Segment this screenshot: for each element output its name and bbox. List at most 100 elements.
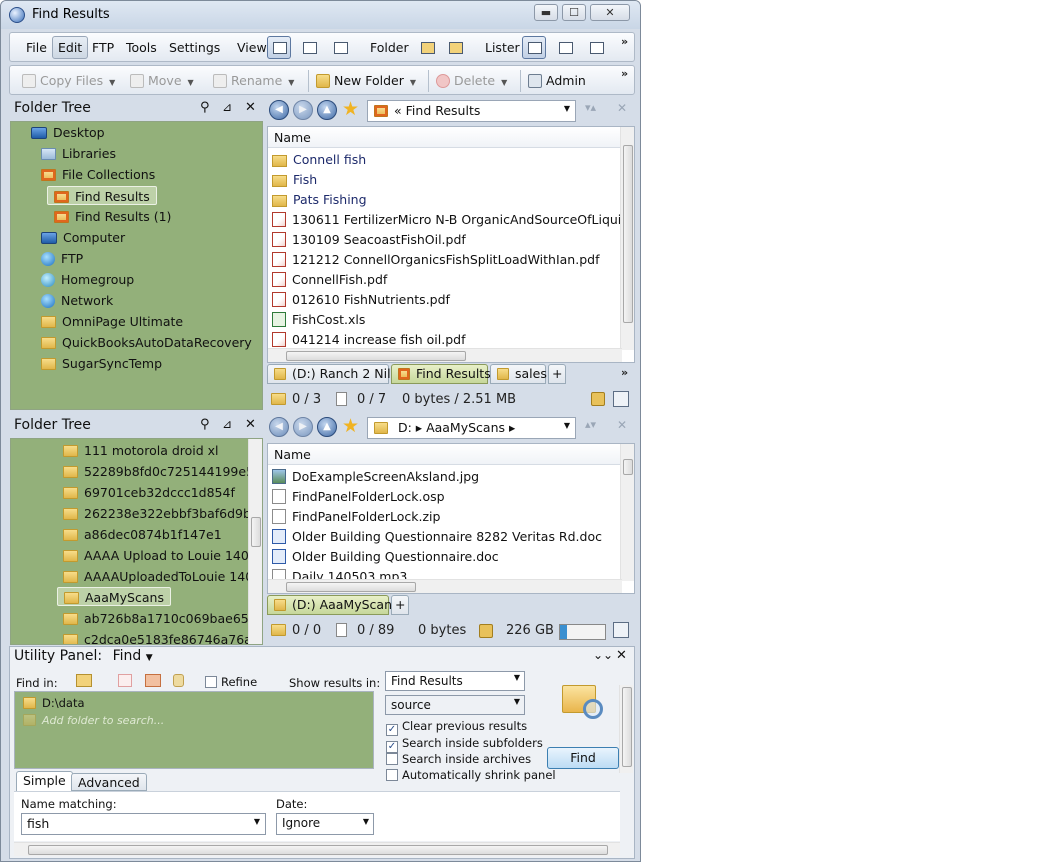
source-select[interactable]: source ▼ bbox=[385, 695, 525, 715]
search-icon[interactable]: ⚲ bbox=[200, 417, 210, 432]
pane-size-icon[interactable]: ▾▴ bbox=[585, 101, 596, 114]
back-icon[interactable]: ◀ bbox=[269, 100, 289, 120]
list-item[interactable]: D:\data bbox=[23, 696, 85, 710]
copy-files-button[interactable]: Copy Files ▼ bbox=[22, 73, 115, 88]
new-tab-icon[interactable]: + bbox=[391, 595, 409, 615]
close-button[interactable]: ✕ bbox=[590, 4, 630, 21]
menu-view[interactable]: View bbox=[237, 40, 267, 55]
add-folder-placeholder[interactable]: Add folder to search... bbox=[23, 714, 164, 727]
scroll-thumb[interactable] bbox=[623, 459, 633, 475]
show-results-select[interactable]: Find Results ▼ bbox=[385, 671, 525, 691]
tree-item-sugarsync[interactable]: SugarSyncTemp bbox=[41, 354, 162, 373]
tree-item-computer[interactable]: Computer bbox=[41, 228, 125, 247]
lister-single-icon[interactable] bbox=[522, 36, 546, 59]
top-list-hscrollbar[interactable] bbox=[268, 348, 622, 362]
option-search-subfolders[interactable]: ✓ Search inside subfolders bbox=[386, 736, 543, 753]
tree-item-find-results[interactable]: Find Results bbox=[47, 186, 157, 205]
scroll-thumb[interactable] bbox=[622, 687, 632, 767]
tree-item-ftp[interactable]: FTP bbox=[41, 249, 83, 268]
list-item[interactable]: 130611 FertilizerMicro N-B OrganicAndSou… bbox=[272, 210, 634, 230]
list-item[interactable]: Connell fish bbox=[272, 150, 366, 170]
list-item[interactable]: FishCost.xls bbox=[272, 310, 365, 330]
move-button[interactable]: Move ▼ bbox=[130, 73, 194, 88]
list-item[interactable]: Older Building Questionnaire.doc bbox=[272, 547, 499, 567]
name-matching-input[interactable]: fish ▼ bbox=[21, 813, 266, 835]
refine-checkbox[interactable]: Refine bbox=[205, 675, 257, 689]
tree-item-network[interactable]: Network bbox=[41, 291, 113, 310]
tree-item-homegroup[interactable]: Homegroup bbox=[41, 270, 134, 289]
tab-aaamyscans[interactable]: (D:) AaaMyScans bbox=[267, 595, 399, 615]
option-clear-previous[interactable]: ✓ Clear previous results bbox=[386, 719, 527, 736]
tree-item-file-collections[interactable]: File Collections bbox=[41, 165, 155, 184]
view-details-icon[interactable] bbox=[267, 36, 291, 59]
menu-lister[interactable]: Lister bbox=[485, 40, 520, 55]
checkbox[interactable]: ✓ bbox=[386, 724, 398, 736]
option-auto-shrink[interactable]: Automatically shrink panel bbox=[386, 768, 556, 782]
lock-icon[interactable] bbox=[479, 624, 493, 638]
tree-item-folder[interactable]: c2dca0e5183fe86746a76a bbox=[63, 630, 252, 644]
remove-folder-icon[interactable] bbox=[118, 674, 132, 687]
view-list-icon[interactable] bbox=[297, 36, 321, 59]
close-icon[interactable]: ✕ bbox=[245, 417, 256, 432]
column-header-name[interactable]: Name bbox=[268, 444, 634, 465]
tree-item-quickbooks[interactable]: QuickBooksAutoDataRecovery bbox=[41, 333, 252, 352]
tree-item-folder[interactable]: a86dec0874b1f147e1 bbox=[63, 525, 222, 544]
scroll-thumb[interactable] bbox=[286, 351, 466, 361]
tree-item-aaamyscans[interactable]: AaaMyScans bbox=[57, 587, 171, 606]
list-item[interactable]: 121212 ConnellOrganicsFishSplitLoadWithI… bbox=[272, 250, 599, 270]
tree-item-folder[interactable]: 69701ceb32dccc1d854f bbox=[63, 483, 235, 502]
tab-advanced[interactable]: Advanced bbox=[71, 773, 147, 791]
add-folder-icon[interactable] bbox=[76, 674, 92, 687]
utility-hscrollbar[interactable] bbox=[14, 842, 620, 856]
scroll-thumb[interactable] bbox=[251, 517, 261, 547]
menu-overflow-icon[interactable]: » bbox=[621, 35, 628, 48]
list-item[interactable]: DoExampleScreenAksland.jpg bbox=[272, 467, 479, 487]
lock-icon[interactable]: ⊿ bbox=[222, 417, 232, 431]
lock-icon[interactable] bbox=[173, 674, 184, 687]
pane-toggle-icon[interactable] bbox=[613, 391, 629, 407]
lister-dual-icon[interactable] bbox=[553, 36, 577, 59]
utility-mode-dropdown[interactable]: Find ▼ bbox=[113, 648, 153, 664]
new-folder-button[interactable]: New Folder ▼ bbox=[316, 73, 416, 88]
new-tab-icon[interactable]: + bbox=[548, 364, 566, 384]
pane-size-icon[interactable]: ▴▾ bbox=[585, 418, 596, 431]
up-icon[interactable]: ▲ bbox=[317, 417, 337, 437]
bottom-tree-vscrollbar[interactable] bbox=[248, 439, 262, 644]
pane-close-icon[interactable]: ✕ bbox=[617, 418, 627, 432]
tree-item-folder[interactable]: 262238e322ebbf3baf6d9b3 bbox=[63, 504, 259, 523]
lock-icon[interactable] bbox=[591, 392, 605, 406]
bottom-list-vscrollbar[interactable] bbox=[620, 444, 634, 581]
find-button[interactable]: Find bbox=[547, 747, 619, 769]
tree-item-folder[interactable]: AAAAUploadedToLouie 140 bbox=[63, 567, 253, 586]
date-select[interactable]: Ignore ▼ bbox=[276, 813, 374, 835]
menu-folder[interactable]: Folder bbox=[370, 40, 409, 55]
list-item[interactable]: Pats Fishing bbox=[272, 190, 367, 210]
top-list-vscrollbar[interactable] bbox=[620, 127, 634, 350]
tab-ranch-2-nile[interactable]: (D:) Ranch 2 Nile bbox=[267, 364, 398, 384]
bottom-list-hscrollbar[interactable] bbox=[268, 579, 622, 593]
list-item[interactable]: 130109 SeacoastFishOil.pdf bbox=[272, 230, 466, 250]
favorites-star-icon[interactable]: ★ bbox=[342, 98, 359, 120]
menu-ftp[interactable]: FTP bbox=[92, 40, 114, 55]
tabs-overflow-icon[interactable]: » bbox=[621, 366, 628, 379]
back-icon[interactable]: ◀ bbox=[269, 417, 289, 437]
collapse-icon[interactable]: ⌄⌄ bbox=[593, 648, 613, 662]
close-icon[interactable]: ✕ bbox=[616, 648, 627, 663]
forward-icon[interactable]: ▶ bbox=[293, 417, 313, 437]
list-item[interactable]: 012610 FishNutrients.pdf bbox=[272, 290, 450, 310]
option-search-archives[interactable]: Search inside archives bbox=[386, 752, 531, 766]
pane-close-icon[interactable]: ✕ bbox=[617, 101, 627, 115]
scroll-thumb[interactable] bbox=[286, 582, 416, 592]
lock-icon[interactable]: ⊿ bbox=[222, 100, 232, 114]
tab-simple[interactable]: Simple bbox=[16, 771, 73, 791]
folder-sync-icon[interactable] bbox=[443, 36, 467, 59]
menu-edit[interactable]: Edit bbox=[52, 36, 89, 59]
menu-file[interactable]: File bbox=[26, 40, 47, 55]
checkbox[interactable] bbox=[205, 676, 217, 688]
list-item[interactable]: FindPanelFolderLock.osp bbox=[272, 487, 445, 507]
maximize-button[interactable]: ☐ bbox=[562, 4, 586, 21]
collection-icon[interactable] bbox=[145, 674, 161, 687]
tree-item-find-results-1[interactable]: Find Results (1) bbox=[54, 207, 171, 226]
tree-item-folder[interactable]: AAAA Upload to Louie 1404 bbox=[63, 546, 257, 565]
list-item[interactable]: Fish bbox=[272, 170, 317, 190]
